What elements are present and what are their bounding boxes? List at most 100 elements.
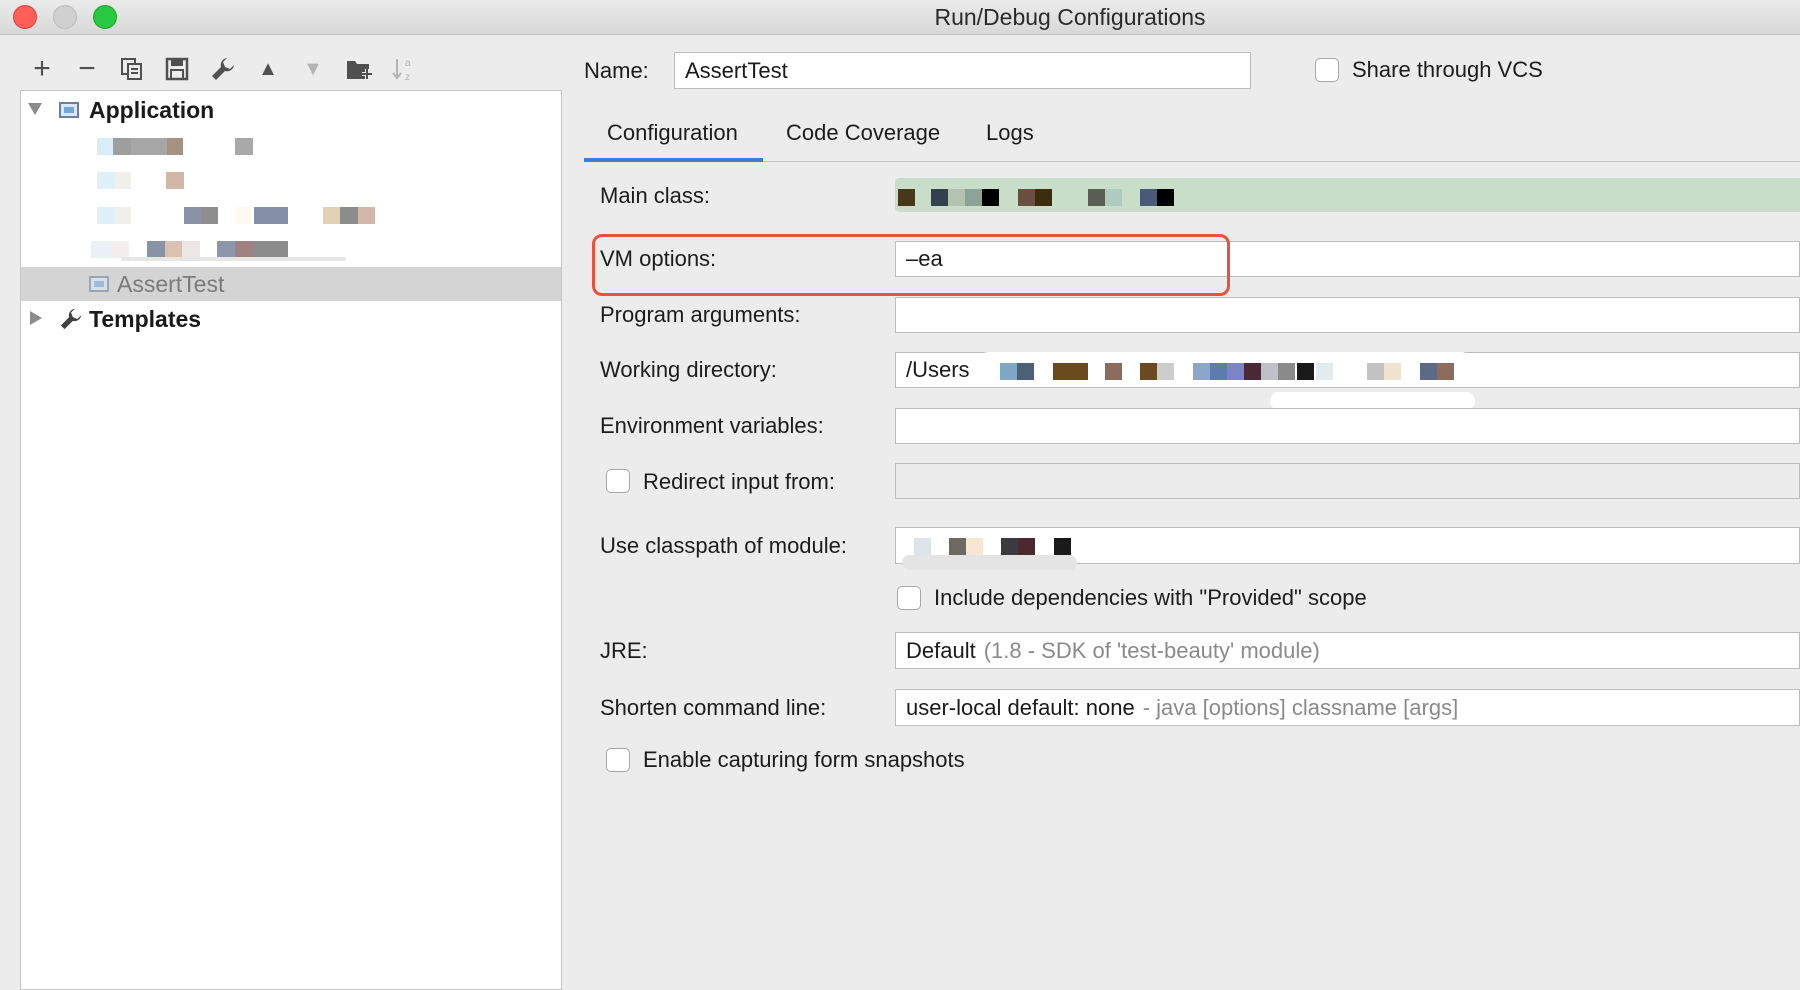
shorten-value: user-local default: none [906,694,1135,720]
capture-snapshots-label: Enable capturing form snapshots [643,747,965,772]
redacted-block [323,207,340,224]
tree-item-redacted[interactable] [21,163,561,197]
main-class-field[interactable] [895,178,1800,212]
redacted-block [254,207,288,224]
remove-icon[interactable]: − [72,52,102,85]
tree-item-asserttest[interactable]: AssertTest [21,267,561,301]
name-field[interactable]: AssertTest [674,52,1251,89]
redacted-block [1227,363,1244,380]
share-vcs-checkbox[interactable] [1315,58,1339,82]
tab-configuration[interactable]: Configuration [607,120,738,146]
redirect-input-field [895,463,1800,499]
redacted-block [1140,189,1157,206]
redacted-block [165,241,182,258]
redacted-block [948,189,965,206]
redacted-block [1035,189,1052,206]
add-icon[interactable]: + [27,52,57,85]
environment-variables-field[interactable] [895,408,1800,444]
save-icon[interactable] [162,56,192,82]
tree-item-redacted[interactable] [21,198,561,232]
copy-icon[interactable] [117,56,147,82]
expand-arrow-icon[interactable] [28,103,42,115]
redacted-block [91,241,111,258]
redacted-block [1261,363,1278,380]
redacted-block [111,241,129,258]
tree-node-application[interactable]: Application [21,93,561,127]
jre-dropdown[interactable]: Default (1.8 - SDK of 'test-beauty' modu… [895,632,1800,669]
redacted-block [1157,363,1174,380]
application-config-icon [89,276,109,292]
redacted-block [358,207,375,224]
include-dependencies-label: Include dependencies with "Provided" sco… [934,585,1367,610]
redacted-block [982,189,999,206]
configuration-tree[interactable]: Application AssertTest Templates [20,90,562,990]
tree-label-templates: Templates [89,306,202,332]
tree-label-application: Application [89,97,215,123]
redacted-block [217,241,235,258]
tab-code-coverage[interactable]: Code Coverage [786,120,940,146]
tree-node-templates[interactable]: Templates [21,302,561,336]
redacted-block [1105,189,1122,206]
working-directory-label: Working directory: [600,357,777,382]
redacted-block [202,207,218,224]
tab-logs[interactable]: Logs [986,120,1034,146]
shorten-command-line-label: Shorten command line: [600,695,827,720]
sort-az-icon[interactable]: az [389,56,419,83]
redacted-block [1018,189,1035,206]
redacted-block [236,207,252,224]
redacted-block [113,138,131,155]
working-directory-value: /Users [906,357,970,382]
redacted-block [115,172,131,189]
active-tab-indicator [584,158,763,162]
redacted-block [340,207,358,224]
redacted-block [1193,363,1210,380]
redacted-block [965,189,982,206]
redacted-block [1157,189,1174,206]
capture-snapshots-checkbox[interactable] [606,748,630,772]
redacted-block [1437,363,1454,380]
redacted-block [914,538,931,555]
redacted-block [147,241,165,258]
redacted-block [1244,363,1261,380]
environment-variables-label: Environment variables: [600,413,824,438]
include-dependencies-checkbox[interactable] [897,586,921,610]
redacted-block [182,241,200,258]
jre-label: JRE: [600,638,648,663]
redirect-input-checkbox[interactable] [606,469,630,493]
redacted-block [1001,538,1018,555]
redacted-block [235,138,253,155]
redacted-block [1384,363,1401,380]
name-label: Name: [584,58,649,83]
redacted-block [1053,363,1088,380]
new-folder-icon[interactable] [344,56,374,82]
jre-hint: (1.8 - SDK of 'test-beauty' module) [983,637,1320,663]
application-config-icon [59,102,79,118]
redacted-block [97,138,113,155]
redacted-block [1316,363,1333,380]
redacted-block [1105,363,1122,380]
redacted-block [966,538,983,555]
redacted-block [1420,363,1437,380]
shorten-hint: - java [options] classname [args] [1142,694,1459,720]
redacted-block [167,138,183,155]
redacted-smear [902,555,1077,570]
window-title: Run/Debug Configurations [934,4,1206,30]
redacted-block [253,241,288,258]
wrench-icon [59,307,83,336]
move-up-icon[interactable]: ▲ [253,56,283,82]
move-down-icon[interactable]: ▼ [298,56,328,82]
redacted-block [166,172,184,189]
expand-arrow-icon[interactable] [30,311,42,325]
shorten-command-line-dropdown[interactable]: user-local default: none - java [options… [895,689,1800,726]
tree-item-redacted[interactable] [21,232,561,266]
tree-item-redacted[interactable] [21,129,561,163]
redacted-block [184,207,202,224]
redacted-block [97,207,115,224]
redacted-block [1367,363,1384,380]
redacted-block [949,538,966,555]
svg-text:z: z [405,72,410,83]
redacted-block [1054,538,1071,555]
wrench-icon[interactable] [208,56,238,82]
redacted-block [1017,363,1034,380]
program-arguments-field[interactable] [895,297,1800,333]
